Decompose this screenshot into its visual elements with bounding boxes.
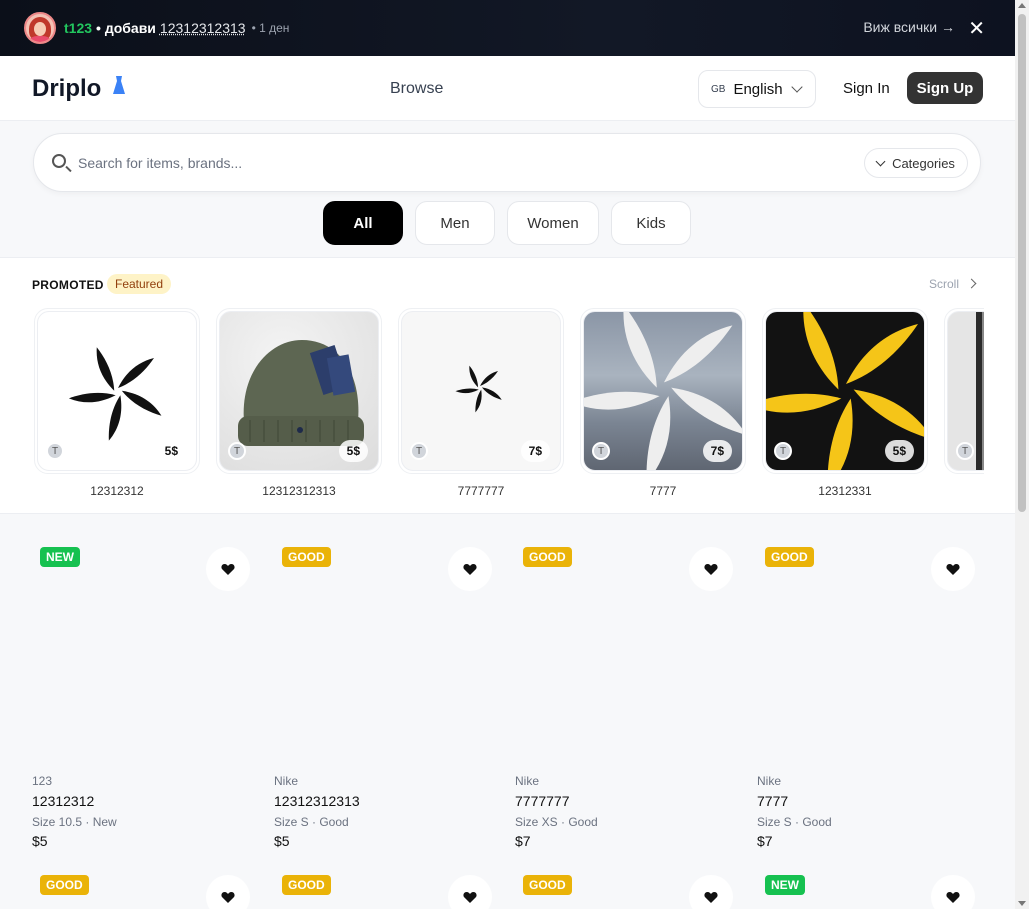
heart-icon[interactable] bbox=[206, 547, 250, 591]
seller-avatar[interactable]: T bbox=[228, 442, 246, 460]
product-price: $7 bbox=[757, 833, 773, 849]
page-scrollbar[interactable] bbox=[1015, 0, 1029, 909]
promoted-label: PROMOTED bbox=[32, 278, 104, 292]
search-bar: Categories bbox=[33, 133, 981, 192]
seller-avatar[interactable]: T bbox=[774, 442, 792, 460]
product-title[interactable]: 7777777 bbox=[515, 793, 570, 809]
heart-icon[interactable] bbox=[448, 547, 492, 591]
product-brand: 123 bbox=[32, 774, 53, 788]
categories-label: Categories bbox=[892, 155, 955, 171]
price-tag: 5$ bbox=[156, 440, 186, 462]
activity-time: • 1 ден bbox=[251, 21, 290, 35]
heart-icon[interactable] bbox=[689, 547, 733, 591]
search-section: Categories All Men Women Kids bbox=[0, 121, 1015, 258]
chevron-right-icon[interactable] bbox=[966, 278, 977, 289]
seller-avatar[interactable]: T bbox=[46, 442, 64, 460]
filter-men[interactable]: Men bbox=[415, 201, 495, 245]
featured-badge: Featured bbox=[107, 274, 172, 294]
see-all-link[interactable]: Виж всички → bbox=[863, 19, 955, 35]
logo-text: Driplo bbox=[32, 75, 102, 102]
heart-icon[interactable] bbox=[206, 875, 250, 909]
scroll-up-arrow[interactable] bbox=[1018, 3, 1026, 8]
condition-badge: GOOD bbox=[40, 875, 89, 895]
product-brand: Nike bbox=[757, 774, 782, 788]
price-tag: 7$ bbox=[520, 440, 550, 462]
seller-avatar[interactable]: T bbox=[410, 442, 428, 460]
categories-button[interactable]: Categories bbox=[864, 148, 968, 178]
heart-icon[interactable] bbox=[689, 875, 733, 909]
filter-kids[interactable]: Kids bbox=[611, 201, 691, 245]
heart-icon[interactable] bbox=[931, 875, 975, 909]
product-brand: Nike bbox=[274, 774, 299, 788]
product-grid: NEW 123 12312312 Size 10.5 · New $5 GOOD… bbox=[0, 515, 1015, 909]
gender-filters: All Men Women Kids bbox=[323, 201, 691, 245]
activity-banner: t123 • добави 12312312313 • 1 ден Виж вс… bbox=[0, 0, 1015, 56]
logo[interactable]: Driplo bbox=[32, 75, 127, 103]
heart-icon[interactable] bbox=[448, 875, 492, 909]
product-title[interactable]: 12312312313 bbox=[274, 793, 360, 809]
condition-badge: NEW bbox=[40, 547, 80, 567]
activity-action: • добави bbox=[96, 20, 156, 36]
condition-badge: GOOD bbox=[765, 547, 814, 567]
price-tag: 5$ bbox=[884, 440, 914, 462]
condition-badge: GOOD bbox=[282, 875, 331, 895]
user-avatar[interactable] bbox=[24, 12, 56, 44]
seller-avatar[interactable]: T bbox=[956, 442, 974, 460]
site-header: Driplo Browse GB English Sign In Sign Up bbox=[0, 56, 1015, 121]
product-title[interactable]: 7777 bbox=[757, 793, 788, 809]
filter-all[interactable]: All bbox=[323, 201, 403, 245]
sign-up-button[interactable]: Sign Up bbox=[907, 72, 983, 104]
language-code: GB bbox=[711, 83, 726, 95]
product-meta: Size 10.5 · New bbox=[32, 815, 117, 829]
product-title[interactable]: 12312312 bbox=[32, 793, 94, 809]
price-tag: 7$ bbox=[702, 440, 732, 462]
seller-avatar[interactable]: T bbox=[592, 442, 610, 460]
price-tag: 5$ bbox=[338, 440, 368, 462]
chevron-down-icon bbox=[875, 156, 886, 166]
search-input[interactable] bbox=[78, 152, 778, 174]
condition-badge: GOOD bbox=[523, 547, 572, 567]
scroll-down-arrow[interactable] bbox=[1018, 901, 1026, 906]
chevron-down-icon bbox=[791, 81, 803, 93]
scrollbar-thumb[interactable] bbox=[1018, 14, 1026, 512]
product-brand: Nike bbox=[515, 774, 540, 788]
scroll-link[interactable]: Scroll bbox=[929, 277, 959, 291]
search-icon bbox=[52, 154, 66, 168]
product-price: $5 bbox=[274, 833, 290, 849]
promoted-name[interactable]: 12312331 bbox=[762, 484, 928, 498]
dress-icon bbox=[105, 76, 127, 101]
heart-icon[interactable] bbox=[931, 547, 975, 591]
condition-badge: GOOD bbox=[282, 547, 331, 567]
product-meta: Size S · Good bbox=[757, 815, 832, 829]
activity-item-link[interactable]: 12312312313 bbox=[160, 20, 246, 36]
language-name: English bbox=[733, 80, 783, 98]
condition-badge: GOOD bbox=[523, 875, 572, 895]
promoted-name[interactable]: 12312312 bbox=[34, 484, 200, 498]
close-icon[interactable]: ✕ bbox=[968, 16, 985, 41]
filter-women[interactable]: Women bbox=[507, 201, 599, 245]
product-meta: Size S · Good bbox=[274, 815, 349, 829]
promoted-carousel[interactable]: T 5$ 12312312 T 5$ 12312312313 T 7$ 7777… bbox=[32, 308, 984, 508]
product-price: $7 bbox=[515, 833, 531, 849]
promoted-name[interactable]: 12312312313 bbox=[216, 484, 382, 498]
promoted-section: PROMOTED Featured Scroll T 5$ 12312312 T… bbox=[0, 258, 1015, 514]
activity-user[interactable]: t123 bbox=[64, 20, 92, 36]
promoted-name[interactable]: 7777 bbox=[580, 484, 746, 498]
condition-badge: NEW bbox=[765, 875, 805, 895]
nav-browse[interactable]: Browse bbox=[390, 80, 443, 98]
product-price: $5 bbox=[32, 833, 48, 849]
product-meta: Size XS · Good bbox=[515, 815, 598, 829]
language-select[interactable]: GB English bbox=[698, 70, 816, 108]
promoted-name[interactable]: 7777777 bbox=[398, 484, 564, 498]
sign-in-button[interactable]: Sign In bbox=[843, 80, 890, 97]
